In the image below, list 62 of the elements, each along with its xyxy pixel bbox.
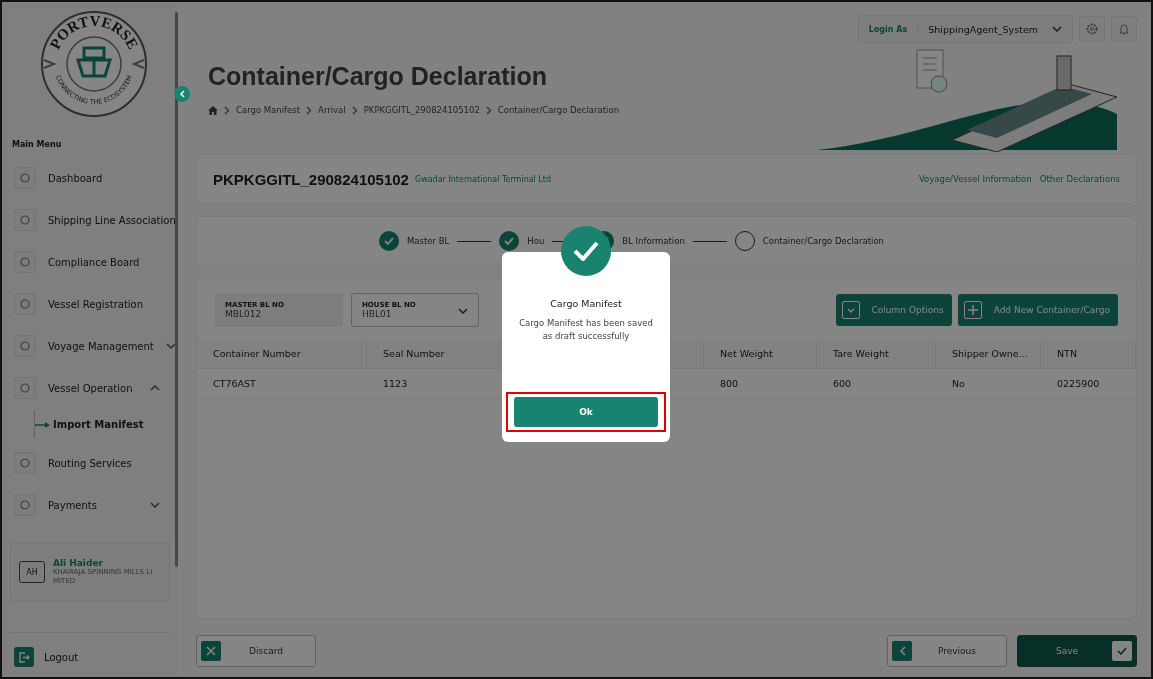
column-header: NTN xyxy=(1041,339,1136,369)
table-cell: 600 xyxy=(817,369,936,399)
chevron-down-icon xyxy=(846,307,855,313)
breadcrumb-link[interactable]: Container/Cargo Declaration xyxy=(497,105,620,115)
step-label: BL Information xyxy=(622,236,685,246)
sidebar-item[interactable]: Vessel Operation xyxy=(14,377,178,399)
chevron-left-icon xyxy=(898,646,906,656)
home-icon[interactable] xyxy=(208,105,218,115)
header-link[interactable]: Other Declarations xyxy=(1039,174,1120,184)
chevron-left-icon xyxy=(179,90,185,98)
ok-button[interactable]: Ok xyxy=(514,397,658,427)
account-selector[interactable]: Login As ShippingAgent_System xyxy=(857,15,1073,43)
chevron-down-icon xyxy=(458,308,468,314)
sidebar-item[interactable]: Vessel Registration xyxy=(14,293,178,315)
previous-button[interactable]: Previous xyxy=(887,635,1007,667)
logout-link[interactable]: Logout xyxy=(44,651,79,663)
step-label: Master BL xyxy=(407,236,450,246)
plus-icon xyxy=(967,305,978,315)
settings-icon[interactable] xyxy=(1086,23,1098,35)
sidebar-item[interactable]: Shipping Line Association xyxy=(14,209,178,231)
column-header: Tare Weight xyxy=(817,339,936,369)
column-options-button[interactable]: Column Options xyxy=(835,294,952,326)
column-header: Net Weight xyxy=(704,339,817,369)
sidebar-item[interactable]: Dashboard xyxy=(14,167,178,189)
table-cell: No xyxy=(936,369,1041,399)
terminal-name: Gwadar International Terminal Ltd xyxy=(414,174,552,184)
save-button[interactable]: Save xyxy=(1017,635,1137,667)
step-label: Container/Cargo Declaration xyxy=(762,236,884,246)
scrollbar[interactable] xyxy=(175,12,178,567)
chevron-right-icon xyxy=(485,105,492,115)
sidebar-item[interactable]: Voyage Management xyxy=(14,335,178,357)
table-cell: 0225900 xyxy=(1041,369,1136,399)
menu-heading: Main Menu xyxy=(12,140,63,149)
chevron-right-icon xyxy=(306,105,313,115)
step-label: Hou xyxy=(527,236,545,246)
page-title: Container/Cargo Declaration xyxy=(208,62,548,91)
column-header: Shipper Owne... xyxy=(936,339,1041,369)
sidebar-item[interactable]: Routing Services xyxy=(14,452,178,474)
dialog-title: Cargo Manifest xyxy=(550,298,622,309)
header-link[interactable]: Voyage/Vessel Information xyxy=(918,174,1032,184)
chevron-down-icon xyxy=(1052,26,1062,32)
close-icon xyxy=(206,646,216,656)
arrow-icon xyxy=(35,420,51,429)
bell-icon[interactable] xyxy=(1119,23,1129,35)
logout-icon xyxy=(14,647,34,667)
submenu-item[interactable]: Import Manifest xyxy=(53,419,144,430)
manifest-number: PKPKGGITL_290824105102 xyxy=(213,170,409,188)
breadcrumb-link[interactable]: PKPKGGITL_290824105102 xyxy=(363,105,480,115)
check-icon xyxy=(1117,647,1127,655)
sidebar-item[interactable]: Payments xyxy=(14,494,178,516)
chevron-right-icon xyxy=(224,105,230,115)
table-cell: 800 xyxy=(704,369,817,399)
user-avatar: AH xyxy=(19,561,45,583)
breadcrumb-link[interactable]: Cargo Manifest xyxy=(236,105,301,115)
chevron-right-icon xyxy=(351,105,358,115)
breadcrumb-link[interactable]: Arrival xyxy=(318,105,346,115)
add-button[interactable]: Add New Container/Cargo xyxy=(957,294,1118,326)
table-cell: CT76AST xyxy=(197,369,367,399)
column-header: Container Number xyxy=(197,339,367,369)
sidebar-item[interactable]: Compliance Board xyxy=(14,251,178,273)
discard-button[interactable]: Discard xyxy=(196,635,316,667)
user-name: Ali Haider xyxy=(53,557,104,568)
